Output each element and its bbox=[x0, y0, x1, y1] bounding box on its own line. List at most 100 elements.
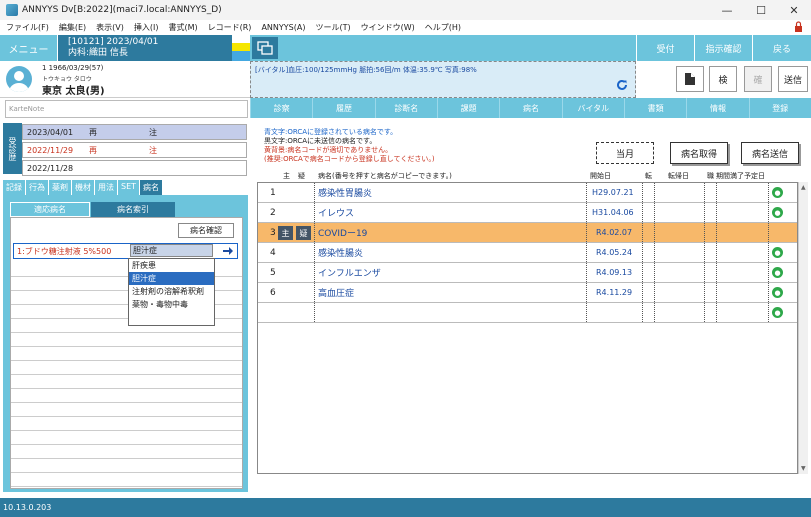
menu-edit[interactable]: 編集(E) bbox=[59, 22, 86, 33]
col-start-date: 開始日 bbox=[590, 172, 611, 180]
visit-row[interactable]: 2022/11/29 再 注 bbox=[22, 142, 247, 158]
tab-info[interactable]: 情報 bbox=[686, 98, 748, 118]
close-icon[interactable]: ✕ bbox=[777, 0, 811, 20]
dropdown-item[interactable]: 注射剤の溶解希釈剤 bbox=[129, 285, 214, 298]
col-outcome: 転 bbox=[645, 172, 652, 180]
table-row[interactable]: 6 高血圧症 R4.11.29 ● bbox=[258, 283, 797, 303]
list-row bbox=[11, 417, 242, 431]
dropdown-item[interactable]: 薬物・毒物中毒 bbox=[129, 298, 214, 311]
subtab-index[interactable]: 病名索引 bbox=[91, 202, 175, 217]
col-divider bbox=[314, 183, 315, 202]
subtab-applicable[interactable]: 適応病名 bbox=[10, 202, 90, 217]
instructions-confirm-button[interactable]: 指示確認 bbox=[694, 35, 752, 61]
tab-examination[interactable]: 診察 bbox=[250, 98, 312, 118]
menu-tools[interactable]: ツール(T) bbox=[315, 22, 350, 33]
refresh-icon[interactable] bbox=[615, 78, 629, 92]
table-row-empty[interactable]: ● bbox=[258, 303, 797, 323]
menu-format[interactable]: 書式(M) bbox=[168, 22, 197, 33]
edit-icon[interactable]: ● bbox=[772, 187, 783, 198]
current-month-button[interactable]: 当月 bbox=[596, 142, 654, 164]
edit-icon[interactable]: ● bbox=[772, 207, 783, 218]
tab-issues[interactable]: 課題 bbox=[436, 98, 499, 118]
list-row bbox=[11, 347, 242, 361]
window-list-button[interactable] bbox=[252, 37, 278, 59]
table-row-selected[interactable]: 3 主 疑 COVIDー19 R4.02.07 bbox=[258, 223, 797, 243]
row-number[interactable]: 1 bbox=[270, 183, 276, 202]
table-row[interactable]: 2 イレウス H31.04.06 ● bbox=[258, 203, 797, 223]
tab-diagnosis[interactable]: 診断名 bbox=[374, 98, 437, 118]
menu-view[interactable]: 表示(V) bbox=[96, 22, 124, 33]
visit-note: 注 bbox=[149, 127, 157, 137]
col-divider bbox=[586, 203, 587, 222]
lock-icon bbox=[795, 21, 802, 32]
row-number[interactable]: 6 bbox=[270, 283, 276, 302]
menu-insert[interactable]: 挿入(I) bbox=[134, 22, 159, 33]
get-disease-button[interactable]: 病名取得 bbox=[670, 142, 728, 164]
col-divider bbox=[314, 283, 315, 302]
tab-vital[interactable]: バイタル bbox=[561, 98, 624, 118]
table-row[interactable]: 1 感染性胃腸炎 H29.07.21 ● bbox=[258, 183, 797, 203]
col-divider bbox=[586, 223, 587, 242]
disease-search-input[interactable]: 胆汁症 bbox=[130, 244, 213, 257]
ken-button[interactable]: 検 bbox=[709, 66, 737, 92]
menu-help[interactable]: ヘルプ(H) bbox=[425, 22, 461, 33]
menu-file[interactable]: ファイル(F) bbox=[6, 22, 49, 33]
visit-row[interactable]: 2022/11/28 bbox=[22, 160, 247, 176]
disease-confirm-button[interactable]: 病名確認 bbox=[178, 223, 234, 238]
list-row bbox=[11, 389, 242, 403]
dropdown-item[interactable]: 肝疾患 bbox=[129, 259, 214, 272]
disease-dropdown: 肝疾患 胆汁症 注射剤の溶解希釈剤 薬物・毒物中毒 bbox=[128, 258, 215, 326]
send-button[interactable]: 送信 bbox=[778, 66, 808, 92]
col-divider bbox=[654, 183, 655, 202]
edit-icon[interactable]: ● bbox=[772, 267, 783, 278]
tab-register[interactable]: 登録 bbox=[748, 98, 811, 118]
row-number[interactable]: 5 bbox=[270, 263, 276, 282]
maximize-icon[interactable]: ☐ bbox=[744, 0, 778, 20]
status-bar: 10.13.0.203 bbox=[0, 498, 811, 517]
main-menu-button[interactable]: メニュー bbox=[0, 35, 58, 61]
left-tab-record[interactable]: 記録 bbox=[3, 180, 25, 195]
edit-icon[interactable]: ● bbox=[772, 247, 783, 258]
tab-documents[interactable]: 書類 bbox=[623, 98, 686, 118]
table-scrollbar[interactable]: ▲ ▼ bbox=[798, 182, 808, 474]
scroll-down-icon[interactable]: ▼ bbox=[801, 465, 806, 472]
menu-record[interactable]: レコード(R) bbox=[208, 22, 252, 33]
send-disease-button[interactable]: 病名送信 bbox=[741, 142, 799, 164]
edit-icon[interactable]: ● bbox=[772, 287, 783, 298]
row-number[interactable]: 2 bbox=[270, 203, 276, 222]
dropdown-item-selected[interactable]: 胆汁症 bbox=[129, 272, 214, 285]
table-row[interactable]: 5 インフルエンザ R4.09.13 ● bbox=[258, 263, 797, 283]
left-tab-equipment[interactable]: 機材 bbox=[72, 180, 94, 195]
patient-info bbox=[0, 61, 250, 98]
main-disease-badge[interactable]: 主 bbox=[278, 226, 293, 240]
left-tab-action[interactable]: 行為 bbox=[26, 180, 48, 195]
visit-row[interactable]: 2023/04/01 再 注 bbox=[22, 124, 247, 140]
edit-icon[interactable]: ● bbox=[772, 307, 783, 318]
row-number[interactable]: 4 bbox=[270, 243, 276, 262]
menu-window[interactable]: ウインドウ(W) bbox=[361, 22, 415, 33]
encounter-id-date: [10121] 2023/04/01 bbox=[68, 37, 159, 47]
row-number[interactable]: 3 bbox=[270, 223, 276, 242]
reception-button[interactable]: 受付 bbox=[636, 35, 694, 61]
left-tab-drug[interactable]: 薬剤 bbox=[49, 180, 71, 195]
tab-history[interactable]: 履歴 bbox=[312, 98, 374, 118]
kaku-button[interactable]: 確 bbox=[744, 66, 772, 92]
col-divider bbox=[642, 283, 643, 302]
left-tab-disease[interactable]: 病名 bbox=[140, 180, 163, 195]
back-button[interactable]: 戻る bbox=[752, 35, 811, 61]
left-tab-usage[interactable]: 用法 bbox=[95, 180, 117, 195]
visit-date: 2022/11/29 bbox=[27, 145, 74, 155]
karte-note-field[interactable]: KarteNote bbox=[5, 100, 248, 118]
col-suspected: 疑 bbox=[298, 172, 305, 180]
menu-annyys[interactable]: ANNYYS(A) bbox=[261, 23, 305, 32]
table-row[interactable]: 4 感染性腸炎 R4.05.24 ● bbox=[258, 243, 797, 263]
arrow-right-icon[interactable] bbox=[222, 246, 234, 256]
visit-note: 注 bbox=[149, 145, 157, 155]
left-tab-set[interactable]: SET bbox=[118, 180, 140, 195]
suspected-badge[interactable]: 疑 bbox=[296, 226, 311, 240]
col-divider bbox=[654, 223, 655, 242]
tab-disease[interactable]: 病名 bbox=[499, 98, 561, 118]
document-button[interactable] bbox=[676, 66, 704, 92]
scroll-up-icon[interactable]: ▲ bbox=[801, 184, 806, 191]
minimize-icon[interactable]: — bbox=[710, 0, 744, 20]
